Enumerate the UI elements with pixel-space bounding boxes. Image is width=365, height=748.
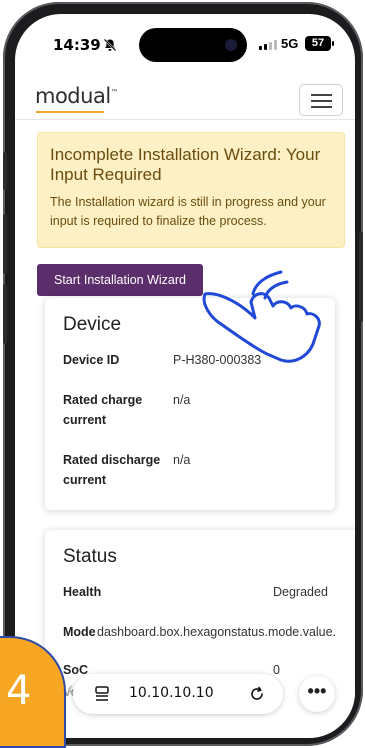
hamburger-menu-icon[interactable] — [299, 84, 343, 116]
phone-frame: 14:39 5G 57 modual™ Incomplete Installat… — [3, 2, 363, 746]
alert-title: Incomplete Installation Wizard: Your Inp… — [50, 145, 321, 184]
start-installation-wizard-button[interactable]: Start Installation Wizard — [37, 264, 203, 296]
health-value: Degraded — [273, 585, 328, 599]
rated-discharge-current-value: n/a — [173, 453, 191, 467]
volume-up-button — [3, 214, 7, 274]
step-number: 4 — [6, 668, 32, 714]
alert-text: The Installation wizard is still in prog… — [50, 195, 326, 228]
battery-icon: 57 — [305, 36, 334, 51]
logo-underline — [36, 111, 104, 113]
installation-alert: Incomplete Installation Wizard: Your Inp… — [37, 132, 345, 248]
device-id-label: Device ID — [63, 353, 120, 367]
battery-level: 57 — [311, 37, 325, 49]
rated-discharge-current-label: Rated discharge current — [63, 453, 161, 487]
pointing-hand-icon — [202, 270, 321, 363]
network-type: 5G — [281, 36, 299, 51]
brand-logo-tm: ™ — [110, 88, 119, 97]
site-header: modual™ — [15, 76, 355, 120]
device-card-title: Device — [63, 314, 122, 335]
mode-value: dashboard.box.hexagonstatus.mode.value. — [97, 625, 337, 639]
address-bar[interactable]: 10.10.10.10 — [73, 674, 283, 714]
brand-logo-text: modual — [35, 84, 111, 108]
bell-slash-icon — [103, 38, 117, 52]
tab-lines-icon[interactable] — [95, 686, 109, 702]
phone-screen: 14:39 5G 57 modual™ Incomplete Installat… — [15, 14, 355, 738]
status-card-title: Status — [63, 546, 117, 567]
signal-icon — [259, 40, 277, 50]
status-time: 14:39 — [53, 36, 101, 54]
mode-label: Mode — [63, 625, 96, 639]
power-button — [359, 232, 363, 322]
url-text[interactable]: 10.10.10.10 — [129, 685, 214, 701]
silent-switch — [3, 152, 7, 190]
reload-icon[interactable] — [248, 685, 266, 703]
rated-charge-current-label: Rated charge current — [63, 393, 143, 427]
dynamic-island — [139, 28, 247, 62]
health-label: Health — [63, 585, 102, 599]
status-bar: 14:39 5G 57 — [15, 14, 355, 76]
volume-down-button — [3, 284, 7, 344]
more-icon[interactable]: ••• — [299, 676, 335, 712]
rated-charge-current-value: n/a — [173, 393, 191, 407]
brand-logo[interactable]: modual™ — [35, 84, 119, 108]
